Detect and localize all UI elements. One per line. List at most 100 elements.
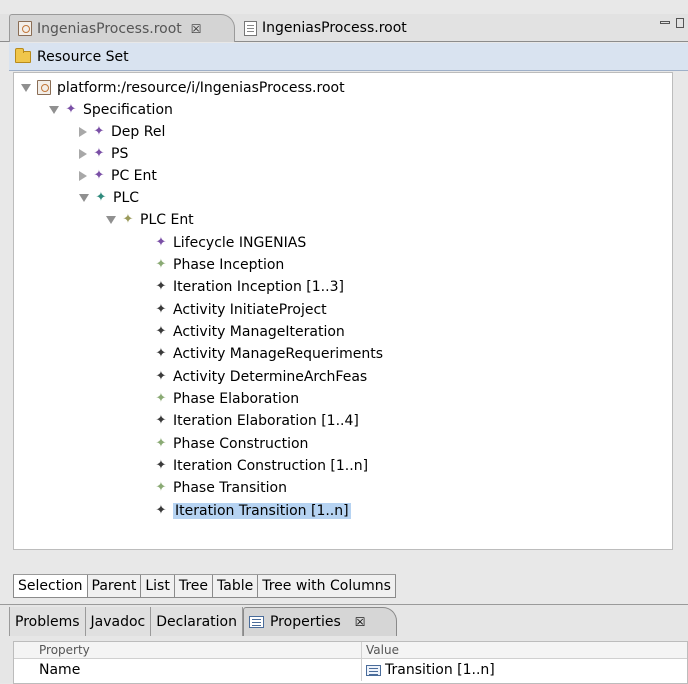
- editor-area: IngeniasProcess.root ☒ IngeniasProcess.r…: [0, 0, 688, 604]
- tab-list[interactable]: List: [141, 575, 175, 598]
- text-value-icon: [366, 664, 381, 676]
- tab-tree-with-columns[interactable]: Tree with Columns: [258, 575, 396, 598]
- diamond-icon: ✦: [155, 369, 167, 384]
- tree-label: Activity DetermineArchFeas: [173, 368, 368, 385]
- diamond-icon: ✦: [155, 503, 167, 518]
- collapse-arrow-icon[interactable]: [79, 126, 87, 137]
- text-file-icon: [244, 20, 257, 36]
- tree-item-dep-rel[interactable]: ✦ Dep Rel: [79, 121, 165, 142]
- tab-declaration[interactable]: Declaration: [151, 607, 243, 636]
- tab-table[interactable]: Table: [213, 575, 259, 598]
- tab-selection[interactable]: Selection: [13, 575, 88, 598]
- tree-label: Iteration Inception [1..3]: [173, 278, 344, 295]
- tree-label: Dep Rel: [111, 123, 166, 140]
- diamond-icon: ✦: [93, 146, 105, 161]
- table-row[interactable]: Name Transition [1..n]: [14, 659, 687, 681]
- tab-problems[interactable]: Problems: [9, 607, 86, 636]
- tree-label: Lifecycle INGENIAS: [173, 234, 307, 251]
- tree-item[interactable]: ✦ Activity ManageRequeriments: [155, 343, 384, 364]
- maximize-icon[interactable]: [676, 18, 684, 28]
- tree-label: PC Ent: [111, 167, 157, 184]
- minimize-icon[interactable]: [660, 21, 670, 24]
- tree-item[interactable]: ✦ Phase Elaboration: [155, 388, 300, 409]
- tree-item-plc-ent[interactable]: ✦ PLC Ent: [106, 209, 194, 230]
- close-icon[interactable]: ☒: [355, 615, 366, 629]
- properties-header: Property Value: [14, 642, 687, 659]
- model-tree[interactable]: platform:/resource/i/IngeniasProcess.roo…: [13, 72, 673, 550]
- diamond-icon: ✦: [65, 102, 77, 117]
- tree-label: Iteration Elaboration [1..4]: [173, 412, 359, 429]
- diamond-icon: ✦: [155, 257, 167, 272]
- property-name-cell: Name: [14, 659, 362, 681]
- model-file-icon: [18, 21, 32, 36]
- tab-properties[interactable]: Properties ☒: [242, 607, 397, 636]
- bottom-tab-bar: Problems Javadoc Declaration Properties …: [9, 607, 397, 636]
- tree-item-selected[interactable]: ✦ Iteration Transition [1..n]: [155, 500, 351, 521]
- resource-set-icon: [15, 47, 31, 63]
- diamond-icon: ✦: [93, 124, 105, 139]
- tree-label: Activity InitiateProject: [173, 301, 327, 318]
- diamond-icon: ✦: [93, 168, 105, 183]
- expand-arrow-icon[interactable]: [21, 83, 31, 92]
- tree-item[interactable]: ✦ Phase Transition: [155, 477, 287, 498]
- tree-item-plc[interactable]: ✦ PLC: [79, 187, 139, 208]
- tree-label: Phase Inception: [173, 256, 285, 273]
- tree-label: PS: [111, 145, 129, 162]
- tab-javadoc[interactable]: Javadoc: [85, 607, 152, 636]
- expand-arrow-icon[interactable]: [79, 193, 89, 202]
- tree-item[interactable]: ✦ Phase Inception: [155, 254, 285, 275]
- tab-ingenias-process-text[interactable]: IngeniasProcess.root: [236, 14, 446, 42]
- tab-properties-label: Properties: [269, 614, 341, 630]
- tab-parent[interactable]: Parent: [87, 575, 142, 598]
- tree-label: PLC: [113, 189, 140, 206]
- editor-tab-bar: IngeniasProcess.root ☒ IngeniasProcess.r…: [0, 14, 688, 42]
- resource-set-label: Resource Set: [37, 48, 129, 65]
- expand-arrow-icon[interactable]: [49, 105, 59, 114]
- bottom-panel: Problems Javadoc Declaration Properties …: [0, 604, 688, 684]
- tree-item-pc-ent[interactable]: ✦ PC Ent: [79, 165, 157, 186]
- viewer-tab-bar: Selection Parent List Tree Table Tree wi…: [13, 574, 396, 598]
- tree-label: Specification: [83, 101, 173, 118]
- tree-item[interactable]: ✦ Lifecycle INGENIAS: [155, 232, 307, 253]
- diamond-icon: ✦: [122, 212, 134, 227]
- diamond-icon: ✦: [155, 302, 167, 317]
- tab-label: IngeniasProcess.root: [262, 20, 407, 36]
- tree-item-ps[interactable]: ✦ PS: [79, 143, 128, 164]
- property-value: Transition [1..n]: [385, 662, 495, 678]
- tree-item[interactable]: ✦ Activity ManageIteration: [155, 321, 345, 342]
- tree-item[interactable]: ✦ Iteration Inception [1..3]: [155, 276, 344, 297]
- diamond-icon: ✦: [155, 480, 167, 495]
- diamond-icon: ✦: [155, 436, 167, 451]
- tree-root-row[interactable]: platform:/resource/i/IngeniasProcess.roo…: [21, 77, 345, 98]
- diamond-icon: ✦: [155, 413, 167, 428]
- tab-ingenias-process-active[interactable]: IngeniasProcess.root ☒: [9, 14, 235, 42]
- tree-label: Iteration Construction [1..n]: [173, 457, 369, 474]
- tree-label: Phase Construction: [173, 435, 309, 452]
- tree-label: Phase Transition: [173, 479, 287, 496]
- tree-root-label: platform:/resource/i/IngeniasProcess.roo…: [57, 79, 345, 96]
- properties-icon: [248, 616, 264, 628]
- collapse-arrow-icon[interactable]: [79, 170, 87, 181]
- tree-item[interactable]: ✦ Activity InitiateProject: [155, 299, 327, 320]
- tree-item[interactable]: ✦ Activity DetermineArchFeas: [155, 366, 368, 387]
- diamond-icon: ✦: [155, 391, 167, 406]
- tree-label: PLC Ent: [140, 211, 194, 228]
- tab-label: IngeniasProcess.root: [37, 20, 182, 37]
- diamond-icon: ✦: [95, 190, 107, 205]
- tree-label: Activity ManageRequeriments: [173, 345, 384, 362]
- expand-arrow-icon[interactable]: [106, 215, 116, 224]
- tree-label: Iteration Transition [1..n]: [173, 502, 351, 519]
- resource-set-header: Resource Set: [9, 43, 688, 71]
- column-header-property[interactable]: Property: [14, 642, 362, 658]
- property-value-cell[interactable]: Transition [1..n]: [362, 659, 495, 681]
- tree-item[interactable]: ✦ Phase Construction: [155, 433, 309, 454]
- tree-label: Activity ManageIteration: [173, 323, 345, 340]
- tab-tree[interactable]: Tree: [174, 575, 214, 598]
- column-header-value[interactable]: Value: [362, 642, 399, 658]
- close-icon[interactable]: ☒: [191, 22, 202, 36]
- window-controls: [660, 18, 684, 28]
- tree-item-specification[interactable]: ✦ Specification: [49, 99, 173, 120]
- tree-item[interactable]: ✦ Iteration Elaboration [1..4]: [155, 410, 359, 431]
- tree-item[interactable]: ✦ Iteration Construction [1..n]: [155, 455, 368, 476]
- collapse-arrow-icon[interactable]: [79, 148, 87, 159]
